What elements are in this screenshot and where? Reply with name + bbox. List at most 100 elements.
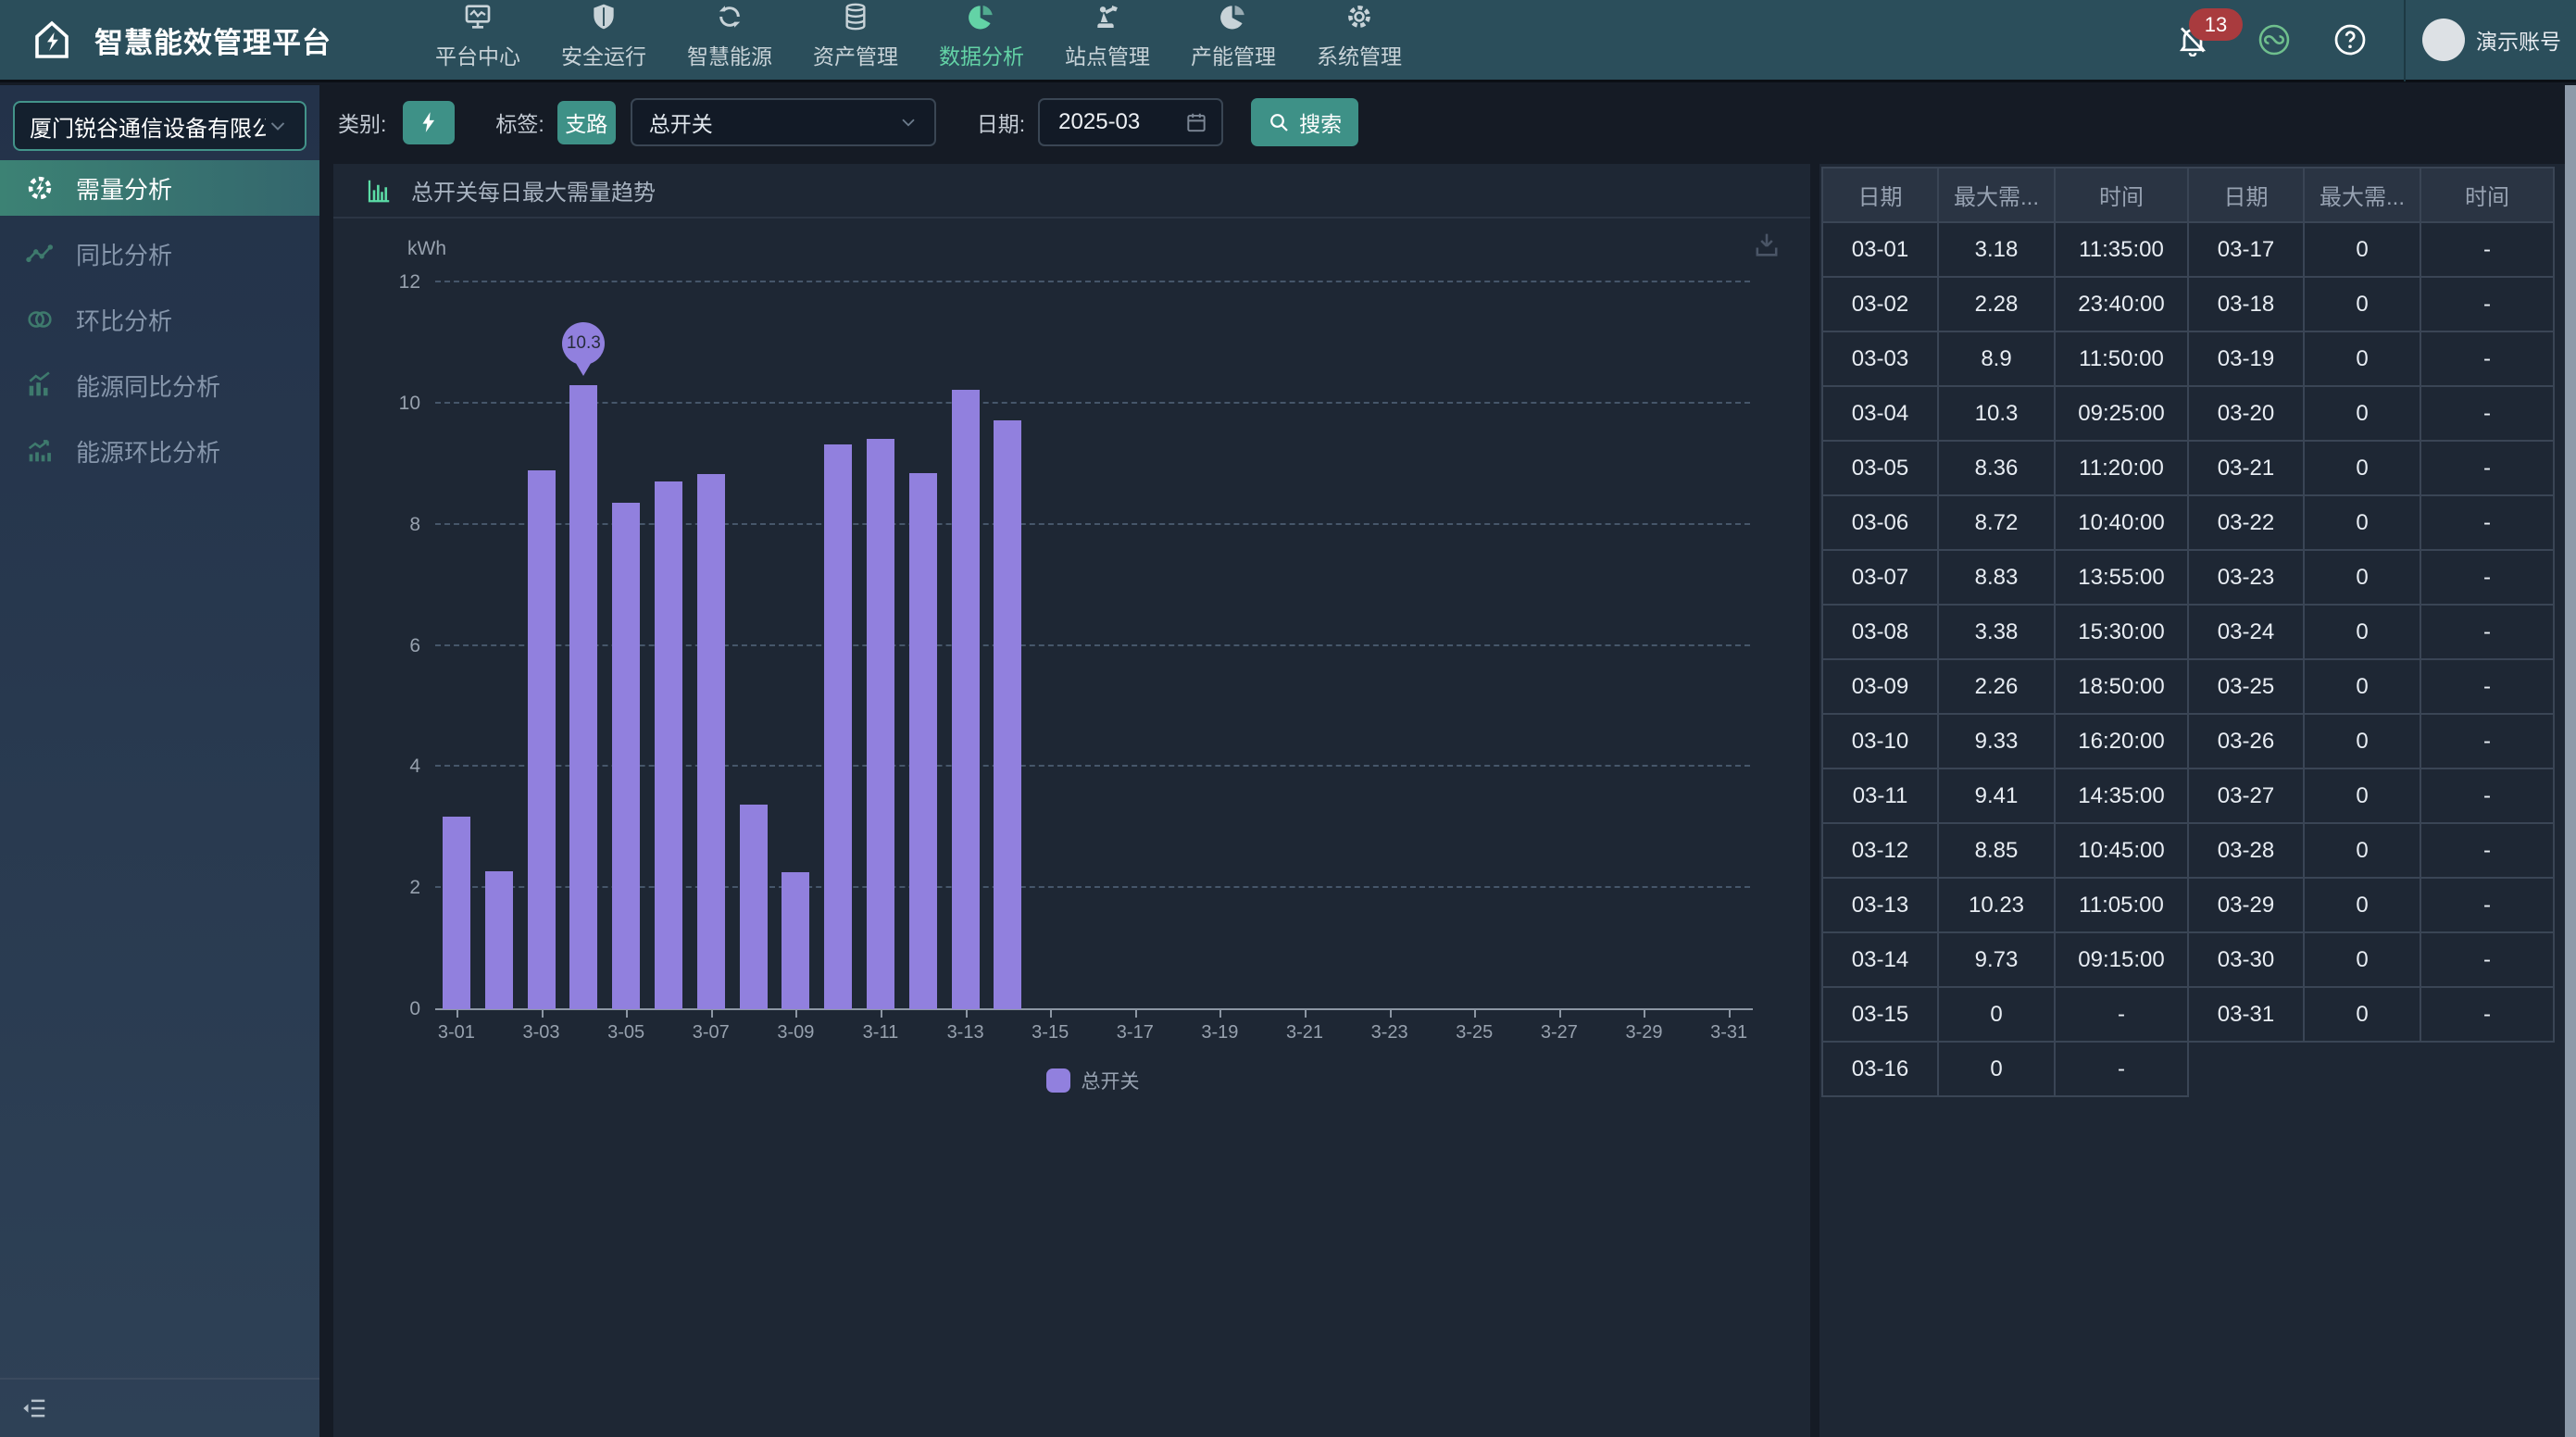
bar-3-10 [824, 444, 852, 1009]
chart-legend[interactable]: 总开关 [435, 1067, 1750, 1094]
table-cell: 11:20:00 [2055, 441, 2188, 495]
nav-item-8[interactable]: 系统管理 [1317, 2, 1402, 70]
nav-item-6[interactable]: 站点管理 [1065, 2, 1150, 70]
table-row: 03-240- [2188, 605, 2554, 659]
sidebar-item-1[interactable]: 需量分析 [0, 160, 319, 216]
sidebar-item-label: 需量分析 [76, 171, 172, 206]
sidebar-item-3[interactable]: 环比分析 [0, 292, 319, 347]
category-label: 类别: [338, 106, 386, 138]
bar-3-13 [952, 390, 980, 1009]
nav-item-4[interactable]: 资产管理 [813, 2, 898, 70]
table-cell: 23:40:00 [2055, 277, 2188, 331]
tag-branch-button[interactable]: 支路 [557, 101, 616, 144]
bar-3-14 [994, 420, 1021, 1010]
table-cell: 16:20:00 [2055, 714, 2188, 768]
x-axis-tick-label: 3-19 [1187, 1022, 1252, 1043]
table-row: 03-310- [2188, 987, 2554, 1042]
x-axis-tick [1474, 1009, 1476, 1018]
calendar-icon [1184, 110, 1208, 134]
search-button-label: 搜索 [1299, 106, 1342, 138]
category-electric-button[interactable] [403, 101, 455, 144]
table-cell: 03-20 [2188, 386, 2304, 441]
brand: 智慧能效管理平台 [0, 18, 435, 62]
table-cell: - [2420, 768, 2554, 823]
x-axis-tick-label: 3-13 [933, 1022, 998, 1043]
bar-3-12 [909, 473, 937, 1009]
link-circle-icon[interactable] [2257, 23, 2291, 56]
nav-item-5[interactable]: 数据分析 [939, 2, 1024, 70]
bar-3-01 [443, 817, 470, 1009]
account-name[interactable]: 演示账号 [2476, 24, 2561, 56]
table-cell: 09:15:00 [2055, 932, 2188, 987]
table-cell: 03-16 [1822, 1042, 1938, 1096]
x-axis-tick-label: 3-09 [763, 1022, 828, 1043]
bar-3-02 [485, 871, 513, 1009]
table-cell: 0 [2304, 331, 2420, 386]
table-cell: 8.83 [1938, 550, 2055, 605]
table-row: 03-150- [1822, 987, 2188, 1042]
help-icon[interactable] [2333, 23, 2367, 56]
company-selector[interactable]: 厦门锐谷通信设备有限公司 [13, 101, 306, 151]
notifications-button[interactable]: 13 [2176, 23, 2209, 56]
table-cell: - [2420, 932, 2554, 987]
table-cell: 15:30:00 [2055, 605, 2188, 659]
y-axis-tick-label: 2 [409, 877, 420, 899]
nav-item-1[interactable]: 平台中心 [435, 2, 520, 70]
chevron-down-icon [266, 114, 290, 138]
page-scrollbar[interactable] [2565, 85, 2576, 1437]
table-cell: 03-06 [1822, 495, 1938, 550]
sidebar-item-2[interactable]: 同比分析 [0, 226, 319, 281]
table-cell: 8.72 [1938, 495, 2055, 550]
table-row: 03-0410.309:25:00 [1822, 386, 2188, 441]
table-row: 03-200- [2188, 386, 2554, 441]
nav-item-3[interactable]: 智慧能源 [687, 2, 772, 70]
bar-3-06 [655, 481, 682, 1009]
table-cell: 03-23 [2188, 550, 2304, 605]
table-row: 03-092.2618:50:00 [1822, 659, 2188, 714]
x-axis-tick-label: 3-17 [1103, 1022, 1168, 1043]
table-row: 03-160- [1822, 1042, 2188, 1096]
y-axis-tick-label: 0 [409, 998, 420, 1020]
avatar[interactable] [2422, 19, 2465, 61]
table-cell: 03-25 [2188, 659, 2304, 714]
table-row: 03-220- [2188, 495, 2554, 550]
download-icon[interactable] [1751, 229, 1782, 260]
breaker-select[interactable]: 总开关 [631, 98, 936, 146]
x-axis-tick [1390, 1009, 1392, 1018]
table-header-row: 日期最大需...时间 [2188, 168, 2554, 222]
date-input[interactable]: 2025-03 [1038, 98, 1223, 146]
table-cell: 2.28 [1938, 277, 2055, 331]
table-row: 03-290- [2188, 878, 2554, 932]
table-cell: 0 [2304, 550, 2420, 605]
x-axis-tick [1135, 1009, 1137, 1018]
y-axis-tick-label: 10 [399, 393, 420, 415]
table-row: 03-038.911:50:00 [1822, 331, 2188, 386]
sidebar-menu: 需量分析同比分析环比分析能源同比分析能源环比分析 [0, 160, 319, 489]
nav-item-7[interactable]: 产能管理 [1191, 2, 1276, 70]
search-button[interactable]: 搜索 [1251, 98, 1358, 146]
demand-table-panel: 日期最大需...时间03-013.1811:35:0003-022.2823:4… [1819, 164, 2565, 1437]
table-cell: - [2420, 550, 2554, 605]
table-cell: 03-11 [1822, 768, 1938, 823]
table-row: 03-210- [2188, 441, 2554, 495]
table-row: 03-068.7210:40:00 [1822, 495, 2188, 550]
table-cell: 03-24 [2188, 605, 2304, 659]
x-axis-tick-label: 3-29 [1611, 1022, 1676, 1043]
company-name: 厦门锐谷通信设备有限公司 [30, 110, 266, 143]
table-cell: 2.26 [1938, 659, 2055, 714]
table-row: 03-270- [2188, 768, 2554, 823]
sidebar-item-4[interactable]: 能源同比分析 [0, 357, 319, 413]
x-axis-tick [1050, 1009, 1052, 1018]
x-axis-tick [1729, 1009, 1731, 1018]
table-row: 03-230- [2188, 550, 2554, 605]
sidebar-item-5[interactable]: 能源环比分析 [0, 423, 319, 479]
nav-item-label: 产能管理 [1191, 39, 1276, 70]
nav-item-2[interactable]: 安全运行 [561, 2, 646, 70]
x-axis-tick-label: 3-25 [1442, 1022, 1507, 1043]
bar-3-05 [612, 503, 640, 1009]
table-cell: - [2420, 987, 2554, 1042]
collapse-sidebar-icon[interactable] [20, 1394, 48, 1422]
x-axis-tick [711, 1009, 713, 1018]
table-header-row: 日期最大需...时间 [1822, 168, 2188, 222]
x-axis-tick [1305, 1009, 1307, 1018]
